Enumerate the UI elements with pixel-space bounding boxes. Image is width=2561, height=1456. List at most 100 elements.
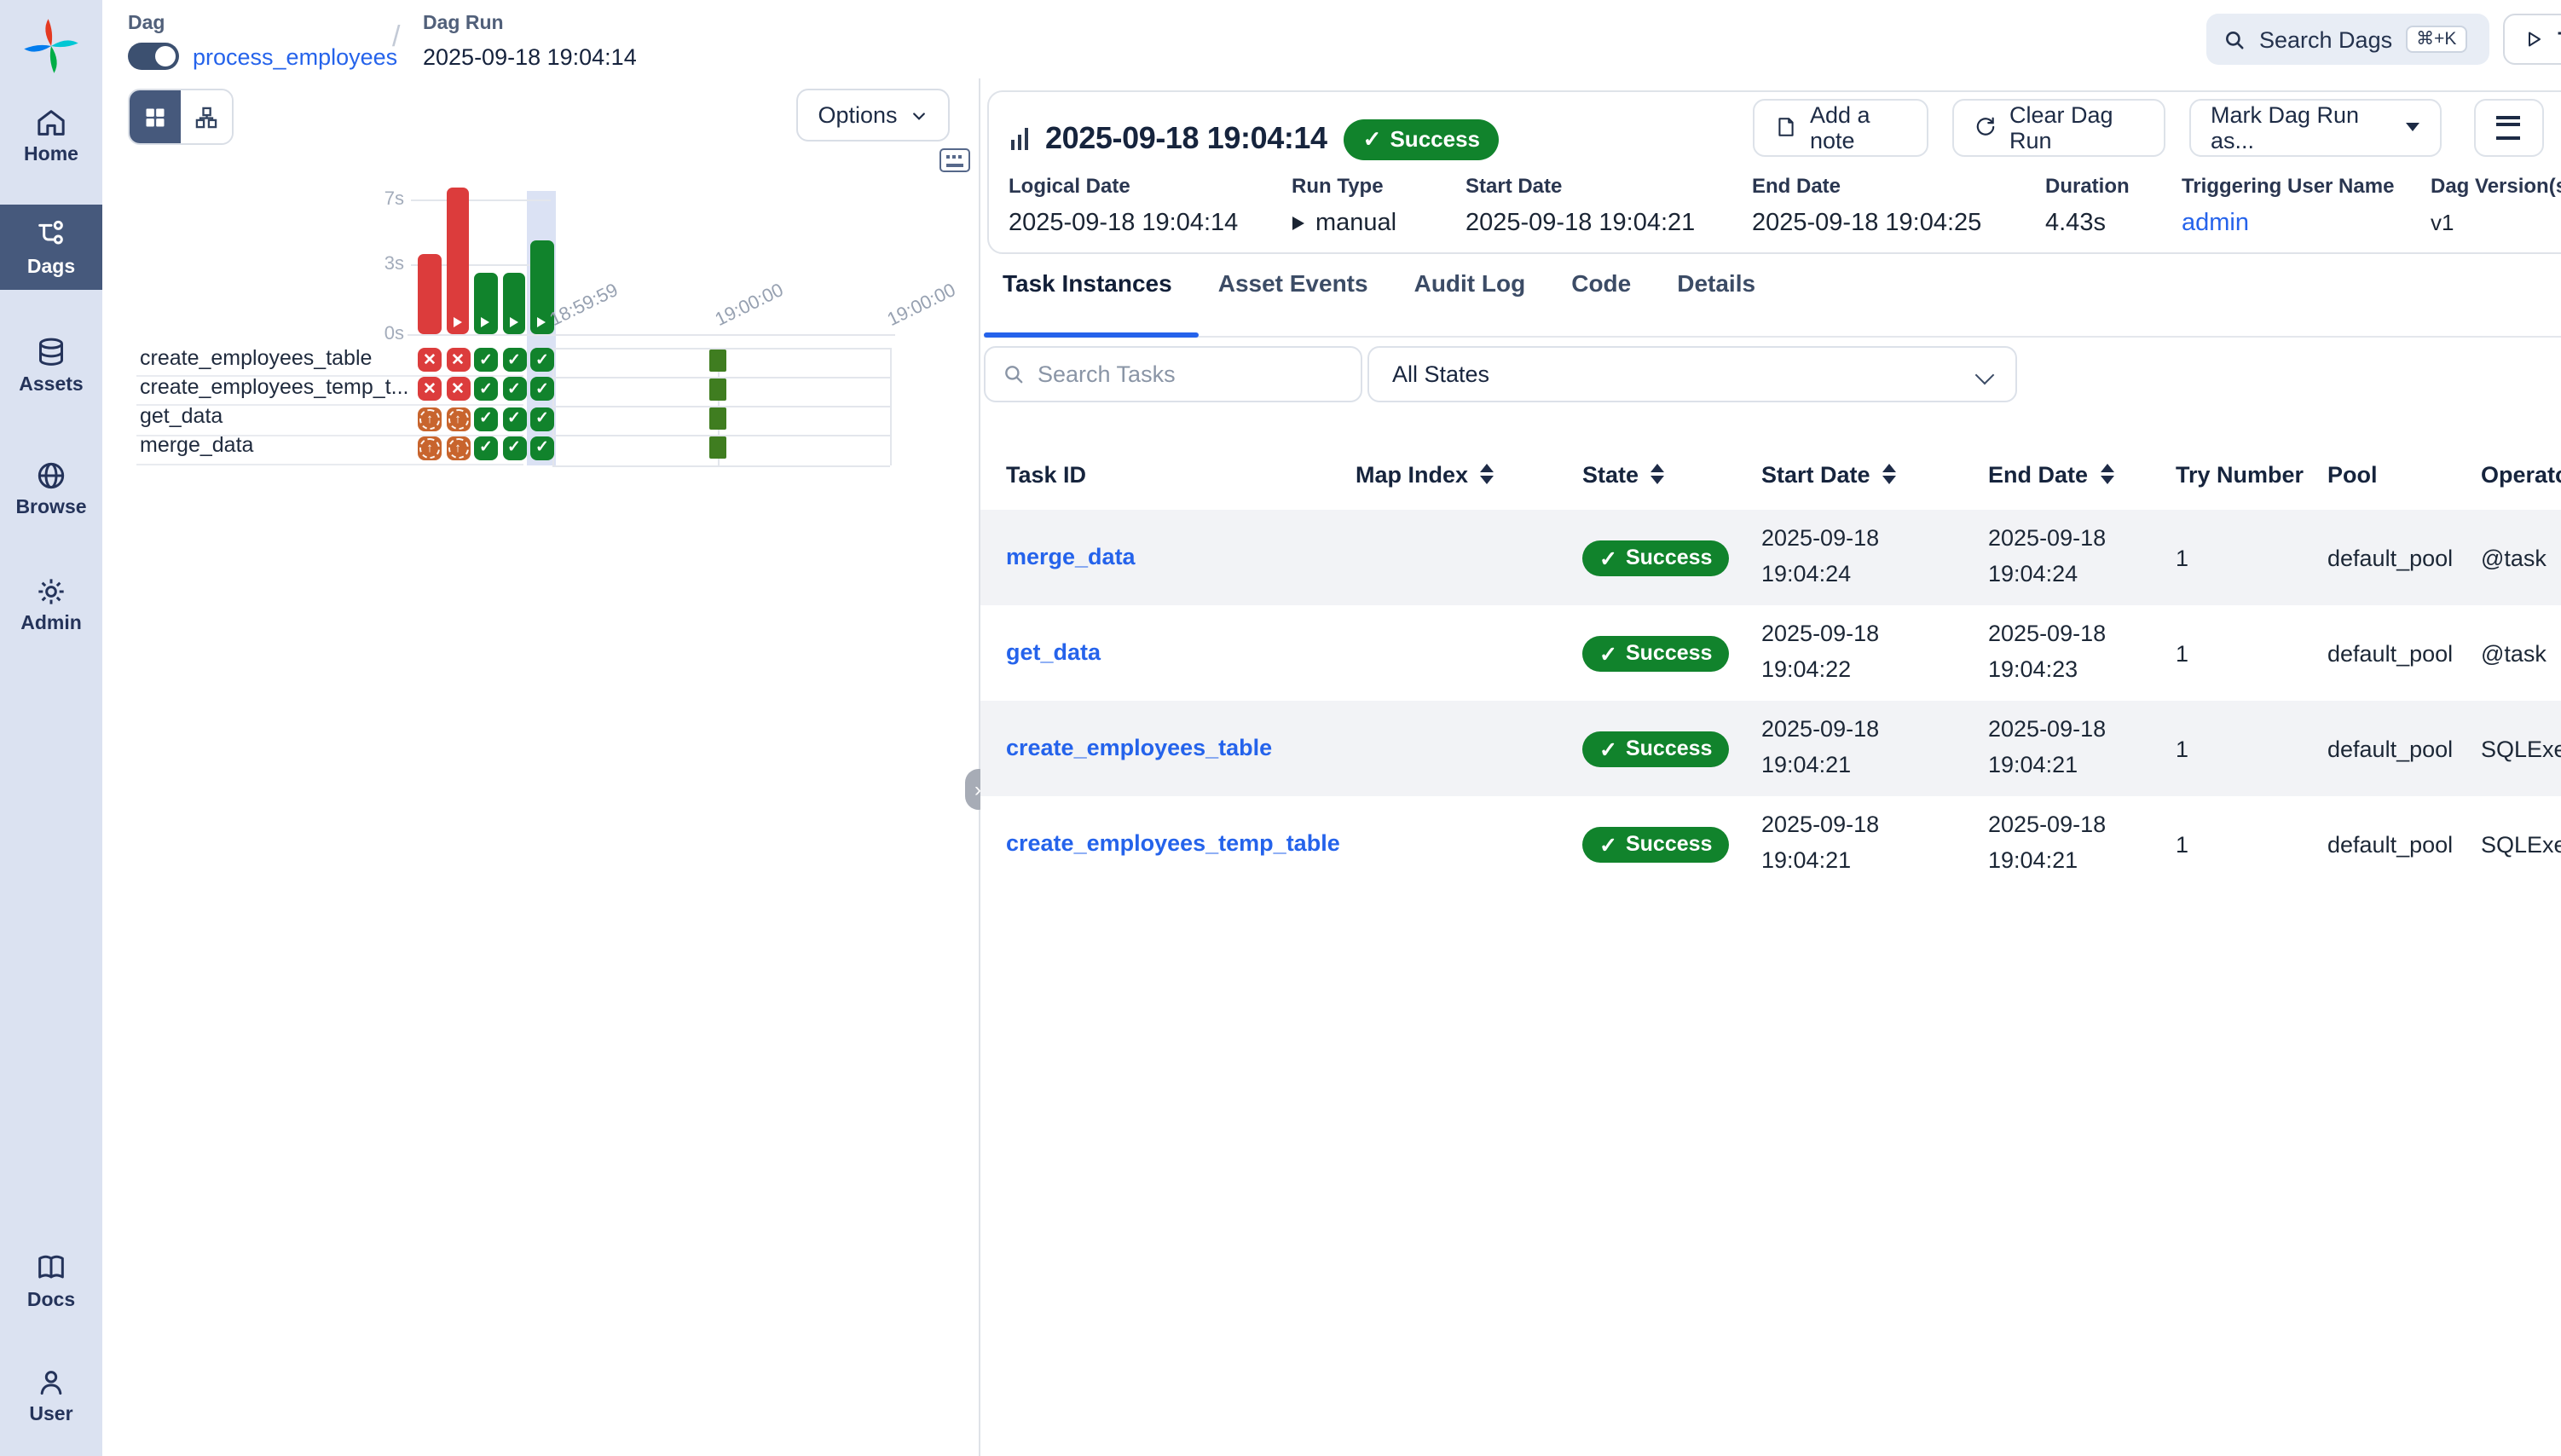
row-separator	[136, 464, 523, 465]
run-status-badge: ✓ Success	[1344, 118, 1499, 159]
gantt-task-bar[interactable]	[708, 378, 726, 401]
tab-asset-events[interactable]: Asset Events	[1218, 269, 1368, 317]
task-instance-cell[interactable]: ✓	[502, 436, 526, 460]
grid-task-label[interactable]: get_data	[140, 404, 409, 428]
play-outline-icon	[2523, 29, 2544, 49]
mark-dag-run-as-button[interactable]: Mark Dag Run as...	[2188, 98, 2441, 156]
gantt-border	[552, 465, 890, 466]
redo-icon	[1974, 116, 1996, 138]
sort-map-index[interactable]	[1480, 464, 1494, 484]
dag-run-bar[interactable]	[418, 254, 441, 334]
dag-run-bar[interactable]	[446, 188, 469, 334]
tab-task-instances[interactable]: Task Instances	[1003, 269, 1172, 317]
tab-audit-log[interactable]: Audit Log	[1414, 269, 1526, 317]
task-id-link[interactable]: merge_data	[1006, 544, 1136, 569]
airflow-logo[interactable]	[22, 17, 80, 75]
search-dags-button[interactable]: Search Dags ⌘+K	[2206, 14, 2489, 65]
run-menu-button[interactable]	[2473, 98, 2543, 156]
task-instance-cell[interactable]: ✓	[530, 378, 554, 402]
trigger-button[interactable]: Trigger	[2503, 14, 2561, 65]
task-instance-cell[interactable]: ✓	[502, 407, 526, 430]
dag-run-bar[interactable]	[474, 274, 497, 334]
task-instance-cell[interactable]: ↑	[446, 407, 470, 430]
task-instance-cell[interactable]: ✓	[474, 348, 498, 372]
task-instance-cell[interactable]: ↑	[418, 407, 442, 430]
sidebar-item-admin[interactable]: Admin	[0, 563, 102, 644]
end-date-cell: 2025-09-1819:04:23	[1988, 617, 2176, 689]
task-instance-cell[interactable]: ✓	[502, 348, 526, 372]
meta-start-date: Start Date 2025-09-18 19:04:21	[1465, 173, 1752, 236]
task-instance-cell[interactable]: ✕	[446, 348, 470, 372]
task-instance-cell[interactable]: ↑	[446, 436, 470, 460]
task-instance-cell[interactable]: ✕	[446, 378, 470, 402]
note-icon	[1774, 116, 1796, 138]
task-instance-cell[interactable]: ✓	[502, 378, 526, 402]
search-dags-label: Search Dags	[2259, 26, 2392, 52]
gantt-task-bar[interactable]	[708, 349, 726, 371]
sidebar-item-browse[interactable]: Browse	[0, 447, 102, 529]
task-instance-cell[interactable]: ✓	[530, 407, 554, 430]
operator-cell: @task	[2481, 545, 2561, 570]
dag-pause-toggle[interactable]	[128, 43, 179, 70]
search-tasks-input[interactable]: Search Tasks	[983, 346, 1361, 402]
dag-run-bar[interactable]	[502, 274, 525, 334]
state-filter-value: All States	[1392, 361, 1489, 387]
sort-start-date[interactable]	[1882, 464, 1896, 484]
sidebar-item-docs[interactable]: Docs	[0, 1239, 102, 1321]
sort-state[interactable]	[1650, 464, 1664, 484]
sort-end-date[interactable]	[2100, 464, 2113, 484]
breadcrumb-dag-link[interactable]: process_employees	[193, 44, 397, 70]
gantt-task-bar[interactable]	[708, 407, 726, 430]
tab-details[interactable]: Details	[1677, 269, 1755, 317]
try-number-cell: 1	[2176, 640, 2327, 666]
sidebar-item-user[interactable]: User	[0, 1355, 102, 1434]
time-axis-label: 18:59:59	[546, 280, 621, 331]
shortcut-badge: ⌘+K	[2406, 26, 2466, 53]
task-instance-cell[interactable]: ✕	[418, 378, 442, 402]
state-cell: ✓Success	[1582, 635, 1761, 671]
task-id-cell: get_data	[1006, 638, 1356, 668]
sidebar-item-label: Admin	[20, 613, 82, 633]
sidebar-item-dags[interactable]: Dags	[0, 205, 102, 290]
grid-task-label[interactable]: create_employees_table	[140, 345, 409, 369]
add-note-button[interactable]: Add a note	[1752, 98, 1928, 156]
sidebar-item-label: Browse	[15, 497, 86, 517]
task-instance-cell[interactable]: ✓	[474, 378, 498, 402]
play-icon	[1292, 216, 1304, 229]
task-instance-cell[interactable]: ✓	[530, 436, 554, 460]
run-tabs: Task Instances Asset Events Audit Log Co…	[1003, 269, 1755, 317]
task-instance-cell[interactable]: ✕	[418, 348, 442, 372]
task-instance-cell[interactable]: ✓	[474, 407, 498, 430]
tabs-divider	[983, 335, 2561, 338]
run-title: 2025-09-18 19:04:14	[1045, 121, 1327, 157]
sidebar-item-label: Dags	[27, 257, 75, 277]
sidebar-item-home[interactable]: Home	[0, 95, 102, 174]
task-instance-cell[interactable]: ↑	[418, 436, 442, 460]
operator-cell: SQLExec	[2481, 736, 2561, 761]
task-id-link[interactable]: create_employees_table	[1006, 735, 1272, 760]
state-badge: ✓Success	[1582, 635, 1729, 671]
task-instance-cell[interactable]: ✓	[530, 348, 554, 372]
breadcrumb-dag-label: Dag	[128, 14, 165, 34]
table-row: get_data ✓Success 2025-09-1819:04:222025-0…	[980, 605, 2561, 701]
task-id-link[interactable]: create_employees_temp_table	[1006, 830, 1340, 856]
time-axis-label: 19:00:00	[884, 280, 959, 331]
start-date-cell: 2025-09-1819:04:24	[1761, 522, 1988, 593]
state-filter-select[interactable]: All States	[1367, 346, 2016, 402]
task-id-cell: create_employees_table	[1006, 733, 1356, 764]
sidebar-item-assets[interactable]: Assets	[0, 324, 102, 406]
grid-task-label[interactable]: create_employees_temp_t...	[140, 375, 409, 399]
clear-dag-run-button[interactable]: Clear Dag Run	[1951, 98, 2165, 156]
tab-code[interactable]: Code	[1571, 269, 1631, 317]
table-row: create_employees_table✓Success2025-09-18…	[980, 701, 2561, 796]
task-table-body: merge_data✓Success2025-09-1819:04:242025…	[980, 510, 2561, 892]
triggering-user-link[interactable]: admin	[2182, 209, 2431, 236]
pool-cell: default_pool	[2327, 736, 2481, 761]
caret-down-icon	[2405, 123, 2419, 131]
run-chart-icon	[1010, 128, 1028, 150]
task-instance-cell[interactable]: ✓	[474, 436, 498, 460]
task-id-link[interactable]: get_data	[1006, 639, 1101, 665]
gantt-task-bar[interactable]	[708, 437, 726, 459]
start-date-cell: 2025-09-1819:04:22	[1761, 617, 1988, 689]
grid-task-label[interactable]: merge_data	[140, 434, 409, 458]
